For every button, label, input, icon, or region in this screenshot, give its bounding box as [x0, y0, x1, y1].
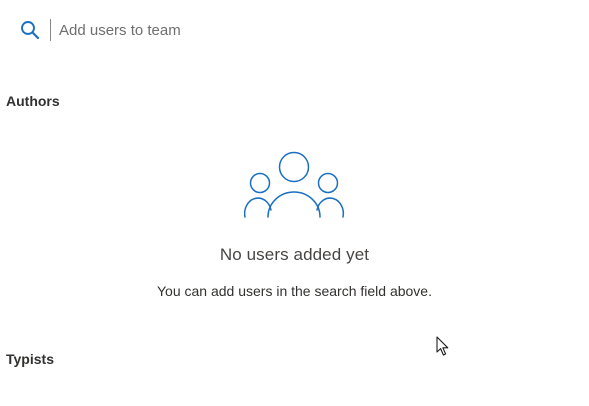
- typists-heading: Typists: [6, 351, 54, 367]
- team-users-panel: Authors No users added yet You can add u…: [0, 0, 589, 406]
- search-bar: [19, 17, 559, 43]
- search-icon[interactable]: [19, 19, 41, 41]
- empty-state-title: No users added yet: [219, 245, 370, 264]
- mouse-pointer-icon: [436, 336, 449, 356]
- authors-heading: Authors: [6, 93, 60, 109]
- search-divider: [50, 19, 51, 41]
- add-users-search-input[interactable]: [59, 21, 479, 39]
- users-group-icon: [243, 151, 344, 218]
- authors-empty-state: No users added yet You can add users in …: [0, 150, 589, 299]
- empty-state-description: You can add users in the search field ab…: [156, 283, 432, 299]
